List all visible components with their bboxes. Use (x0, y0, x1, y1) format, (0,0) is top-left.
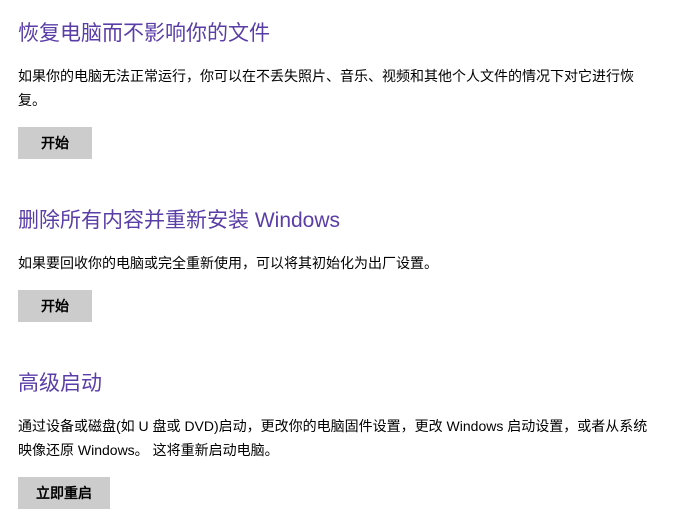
advanced-startup-section: 高级启动 通过设备或磁盘(如 U 盘或 DVD)启动，更改你的电脑固件设置，更改… (18, 370, 661, 509)
advanced-startup-desc: 通过设备或磁盘(如 U 盘或 DVD)启动，更改你的电脑固件设置，更改 Wind… (18, 415, 661, 463)
reset-pc-section: 删除所有内容并重新安装 Windows 如果要回收你的电脑或完全重新使用，可以将… (18, 207, 661, 322)
reset-pc-desc: 如果要回收你的电脑或完全重新使用，可以将其初始化为出厂设置。 (18, 252, 661, 276)
refresh-pc-section: 恢复电脑而不影响你的文件 如果你的电脑无法正常运行，你可以在不丢失照片、音乐、视… (18, 20, 661, 159)
refresh-pc-start-button[interactable]: 开始 (18, 127, 92, 159)
advanced-startup-restart-button[interactable]: 立即重启 (18, 477, 110, 509)
refresh-pc-title: 恢复电脑而不影响你的文件 (18, 20, 661, 47)
reset-pc-start-button[interactable]: 开始 (18, 290, 92, 322)
refresh-pc-desc: 如果你的电脑无法正常运行，你可以在不丢失照片、音乐、视频和其他个人文件的情况下对… (18, 65, 661, 113)
advanced-startup-title: 高级启动 (18, 370, 661, 397)
reset-pc-title: 删除所有内容并重新安装 Windows (18, 207, 661, 234)
